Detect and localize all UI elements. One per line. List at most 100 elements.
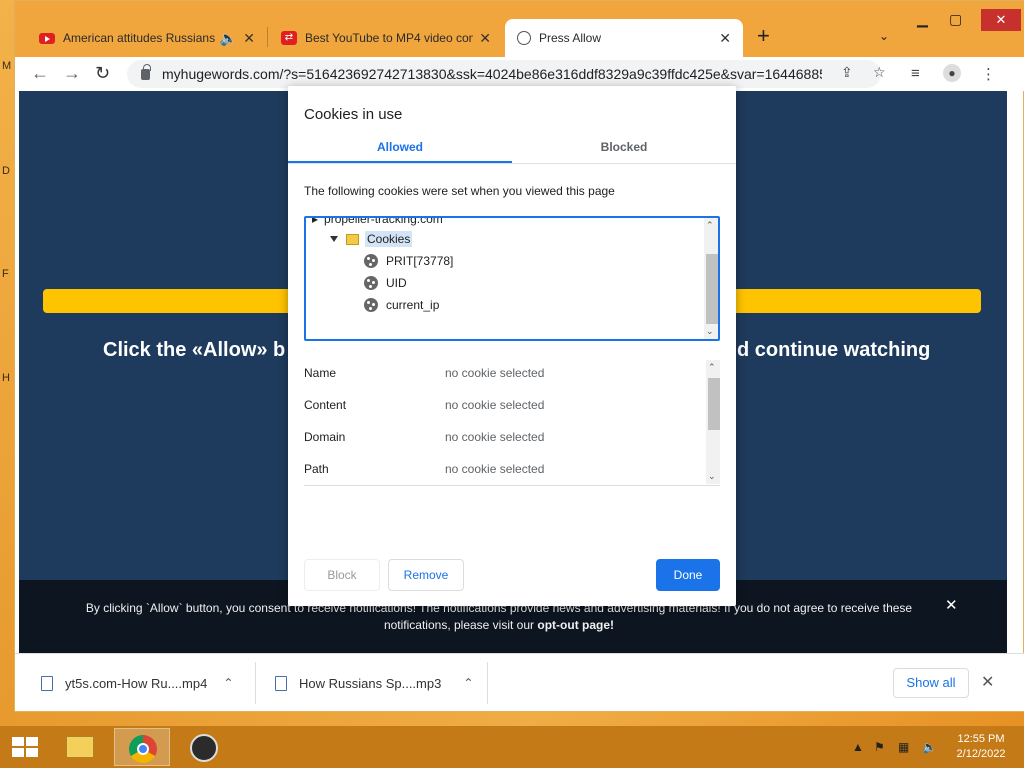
- chrome-taskbar-button[interactable]: [114, 728, 170, 766]
- tab-close-icon[interactable]: ✕: [479, 30, 491, 47]
- block-button[interactable]: Block: [304, 559, 380, 591]
- dialog-description: The following cookies were set when you …: [304, 184, 615, 198]
- cookie-tree[interactable]: ▸ propeller-tracking.com Cookies PRIT[73…: [304, 216, 720, 341]
- details-scrollbar[interactable]: ⌃ ⌄: [706, 360, 720, 484]
- share-icon[interactable]: ⇪: [841, 64, 853, 81]
- detail-row: Name no cookie selected: [304, 366, 704, 384]
- consent-close-icon[interactable]: ✕: [945, 596, 958, 614]
- menu-kebab-icon[interactable]: ⋮: [981, 65, 996, 83]
- consent-punct: !: [610, 618, 615, 632]
- detail-row: Domain no cookie selected: [304, 430, 704, 448]
- scrollbar-thumb[interactable]: [708, 378, 720, 430]
- maximize-button[interactable]: ▢: [949, 11, 962, 28]
- video-file-icon: [41, 675, 53, 691]
- active-tab-indicator: [288, 161, 512, 163]
- tab-close-icon[interactable]: ✕: [719, 30, 731, 47]
- desktop-icon-fragment: H: [2, 372, 10, 384]
- reading-list-icon[interactable]: ≡: [911, 65, 920, 82]
- cookie-details: Name no cookie selected Content no cooki…: [304, 360, 720, 486]
- action-center-flag-icon[interactable]: ⚑: [874, 740, 885, 754]
- tab-search-chevron-icon[interactable]: ⌄: [879, 29, 889, 43]
- scroll-up-arrow-icon[interactable]: ⌃: [708, 362, 716, 373]
- detail-value: no cookie selected: [445, 398, 545, 412]
- cookie-icon: [364, 298, 378, 312]
- desktop-icon-fragment: M: [2, 60, 12, 72]
- detail-label: Name: [304, 366, 337, 380]
- scrollbar-thumb[interactable]: [706, 254, 718, 324]
- chevron-up-icon[interactable]: ⌃: [463, 676, 473, 690]
- folder-icon: [66, 736, 94, 758]
- clock-date: 2/12/2022: [956, 748, 1006, 760]
- scroll-up-arrow-icon[interactable]: ⌃: [706, 220, 714, 231]
- tab-american-attitudes[interactable]: American attitudes Russians 🔈 ✕: [27, 19, 267, 57]
- forward-arrow-icon[interactable]: →: [63, 63, 81, 84]
- cookie-name: current_ip: [386, 298, 440, 312]
- youtube-icon: [39, 32, 55, 44]
- download-name: How Russians Sp....mp3: [299, 675, 442, 691]
- downloads-shelf: yt5s.com-How Ru....mp4 ⌃ How Russians Sp…: [15, 653, 1024, 711]
- tree-domain: propeller-tracking.com: [324, 216, 443, 226]
- cookie-icon: [364, 276, 378, 290]
- minimize-button[interactable]: ▁: [917, 11, 928, 28]
- tree-folder-row[interactable]: Cookies: [330, 230, 413, 248]
- file-explorer-taskbar-button[interactable]: [52, 728, 108, 766]
- close-shelf-icon[interactable]: ✕: [981, 672, 994, 692]
- system-clock[interactable]: 12:55 PM 2/12/2022: [944, 732, 1018, 762]
- obs-icon: [190, 734, 218, 762]
- dialog-title: Cookies in use: [304, 106, 403, 123]
- consent-line: notifications, please visit our: [383, 618, 538, 632]
- tab-title: Best YouTube to MP4 video conv: [305, 31, 474, 45]
- obs-taskbar-button[interactable]: [176, 728, 232, 766]
- speaker-icon[interactable]: 🔈: [220, 30, 237, 47]
- detail-value: no cookie selected: [445, 462, 545, 476]
- tab-divider: [288, 163, 736, 164]
- tab-youtube-converter[interactable]: ⇄ Best YouTube to MP4 video conv ✕: [269, 19, 503, 57]
- cookie-icon: [364, 254, 378, 268]
- headline-right: d continue watching: [737, 339, 931, 361]
- volume-icon[interactable]: 🔈: [922, 740, 937, 754]
- cookies-dialog: Cookies in use Allowed Blocked The follo…: [288, 86, 736, 606]
- tree-domain-row[interactable]: ▸ propeller-tracking.com: [312, 216, 443, 228]
- chrome-icon: [129, 735, 157, 763]
- expand-triangle-icon[interactable]: [330, 236, 338, 242]
- remove-button[interactable]: Remove: [388, 559, 464, 591]
- shelf-divider: [255, 662, 256, 704]
- tray-chevron-icon[interactable]: ▲: [852, 740, 864, 754]
- tree-folder-label: Cookies: [365, 231, 413, 247]
- close-window-button[interactable]: ✕: [981, 9, 1021, 31]
- tree-cookie-row[interactable]: PRIT[73778]: [364, 252, 453, 270]
- download-name: yt5s.com-How Ru....mp4: [65, 675, 208, 691]
- shelf-divider: [487, 662, 488, 704]
- address-bar[interactable]: myhugewords.com/?s=516423692742713830&ss…: [127, 60, 881, 88]
- reload-icon[interactable]: ↻: [95, 63, 110, 84]
- tab-close-icon[interactable]: ✕: [243, 30, 255, 47]
- windows-start-icon[interactable]: [12, 737, 38, 757]
- tab-title: Press Allow: [539, 31, 602, 45]
- bookmark-star-icon[interactable]: ☆: [873, 64, 886, 81]
- headline-left: Click the «Allow» b: [103, 339, 286, 361]
- clock-time: 12:55 PM: [957, 733, 1005, 745]
- show-all-button[interactable]: Show all: [893, 668, 969, 698]
- globe-icon: [517, 31, 531, 45]
- detail-label: Content: [304, 398, 347, 412]
- tree-scrollbar[interactable]: ⌃ ⌄: [704, 218, 718, 339]
- scroll-down-arrow-icon[interactable]: ⌄: [706, 326, 714, 337]
- tab-allowed[interactable]: Allowed: [288, 140, 512, 154]
- chevron-up-icon[interactable]: ⌃: [223, 676, 233, 690]
- taskbar: ▲ ⚑ ▦ 🔈 12:55 PM 2/12/2022: [0, 726, 1024, 768]
- opt-out-link[interactable]: opt-out page: [537, 618, 610, 632]
- converter-icon: ⇄: [281, 31, 297, 45]
- scroll-down-arrow-icon[interactable]: ⌄: [708, 471, 716, 482]
- back-arrow-icon[interactable]: ←: [31, 63, 49, 84]
- tree-cookie-row[interactable]: current_ip: [364, 296, 439, 314]
- tab-press-allow[interactable]: Press Allow ✕: [505, 19, 743, 57]
- tree-cookie-row[interactable]: UID: [364, 274, 407, 292]
- done-button[interactable]: Done: [656, 559, 720, 591]
- download-item[interactable]: How Russians Sp....mp3 ⌃: [275, 664, 473, 702]
- tab-blocked[interactable]: Blocked: [512, 140, 736, 154]
- download-item[interactable]: yt5s.com-How Ru....mp4 ⌃: [41, 664, 233, 702]
- new-tab-button[interactable]: +: [757, 25, 770, 47]
- detail-value: no cookie selected: [445, 430, 545, 444]
- profile-avatar-icon[interactable]: ●: [943, 64, 961, 82]
- network-icon[interactable]: ▦: [898, 740, 909, 754]
